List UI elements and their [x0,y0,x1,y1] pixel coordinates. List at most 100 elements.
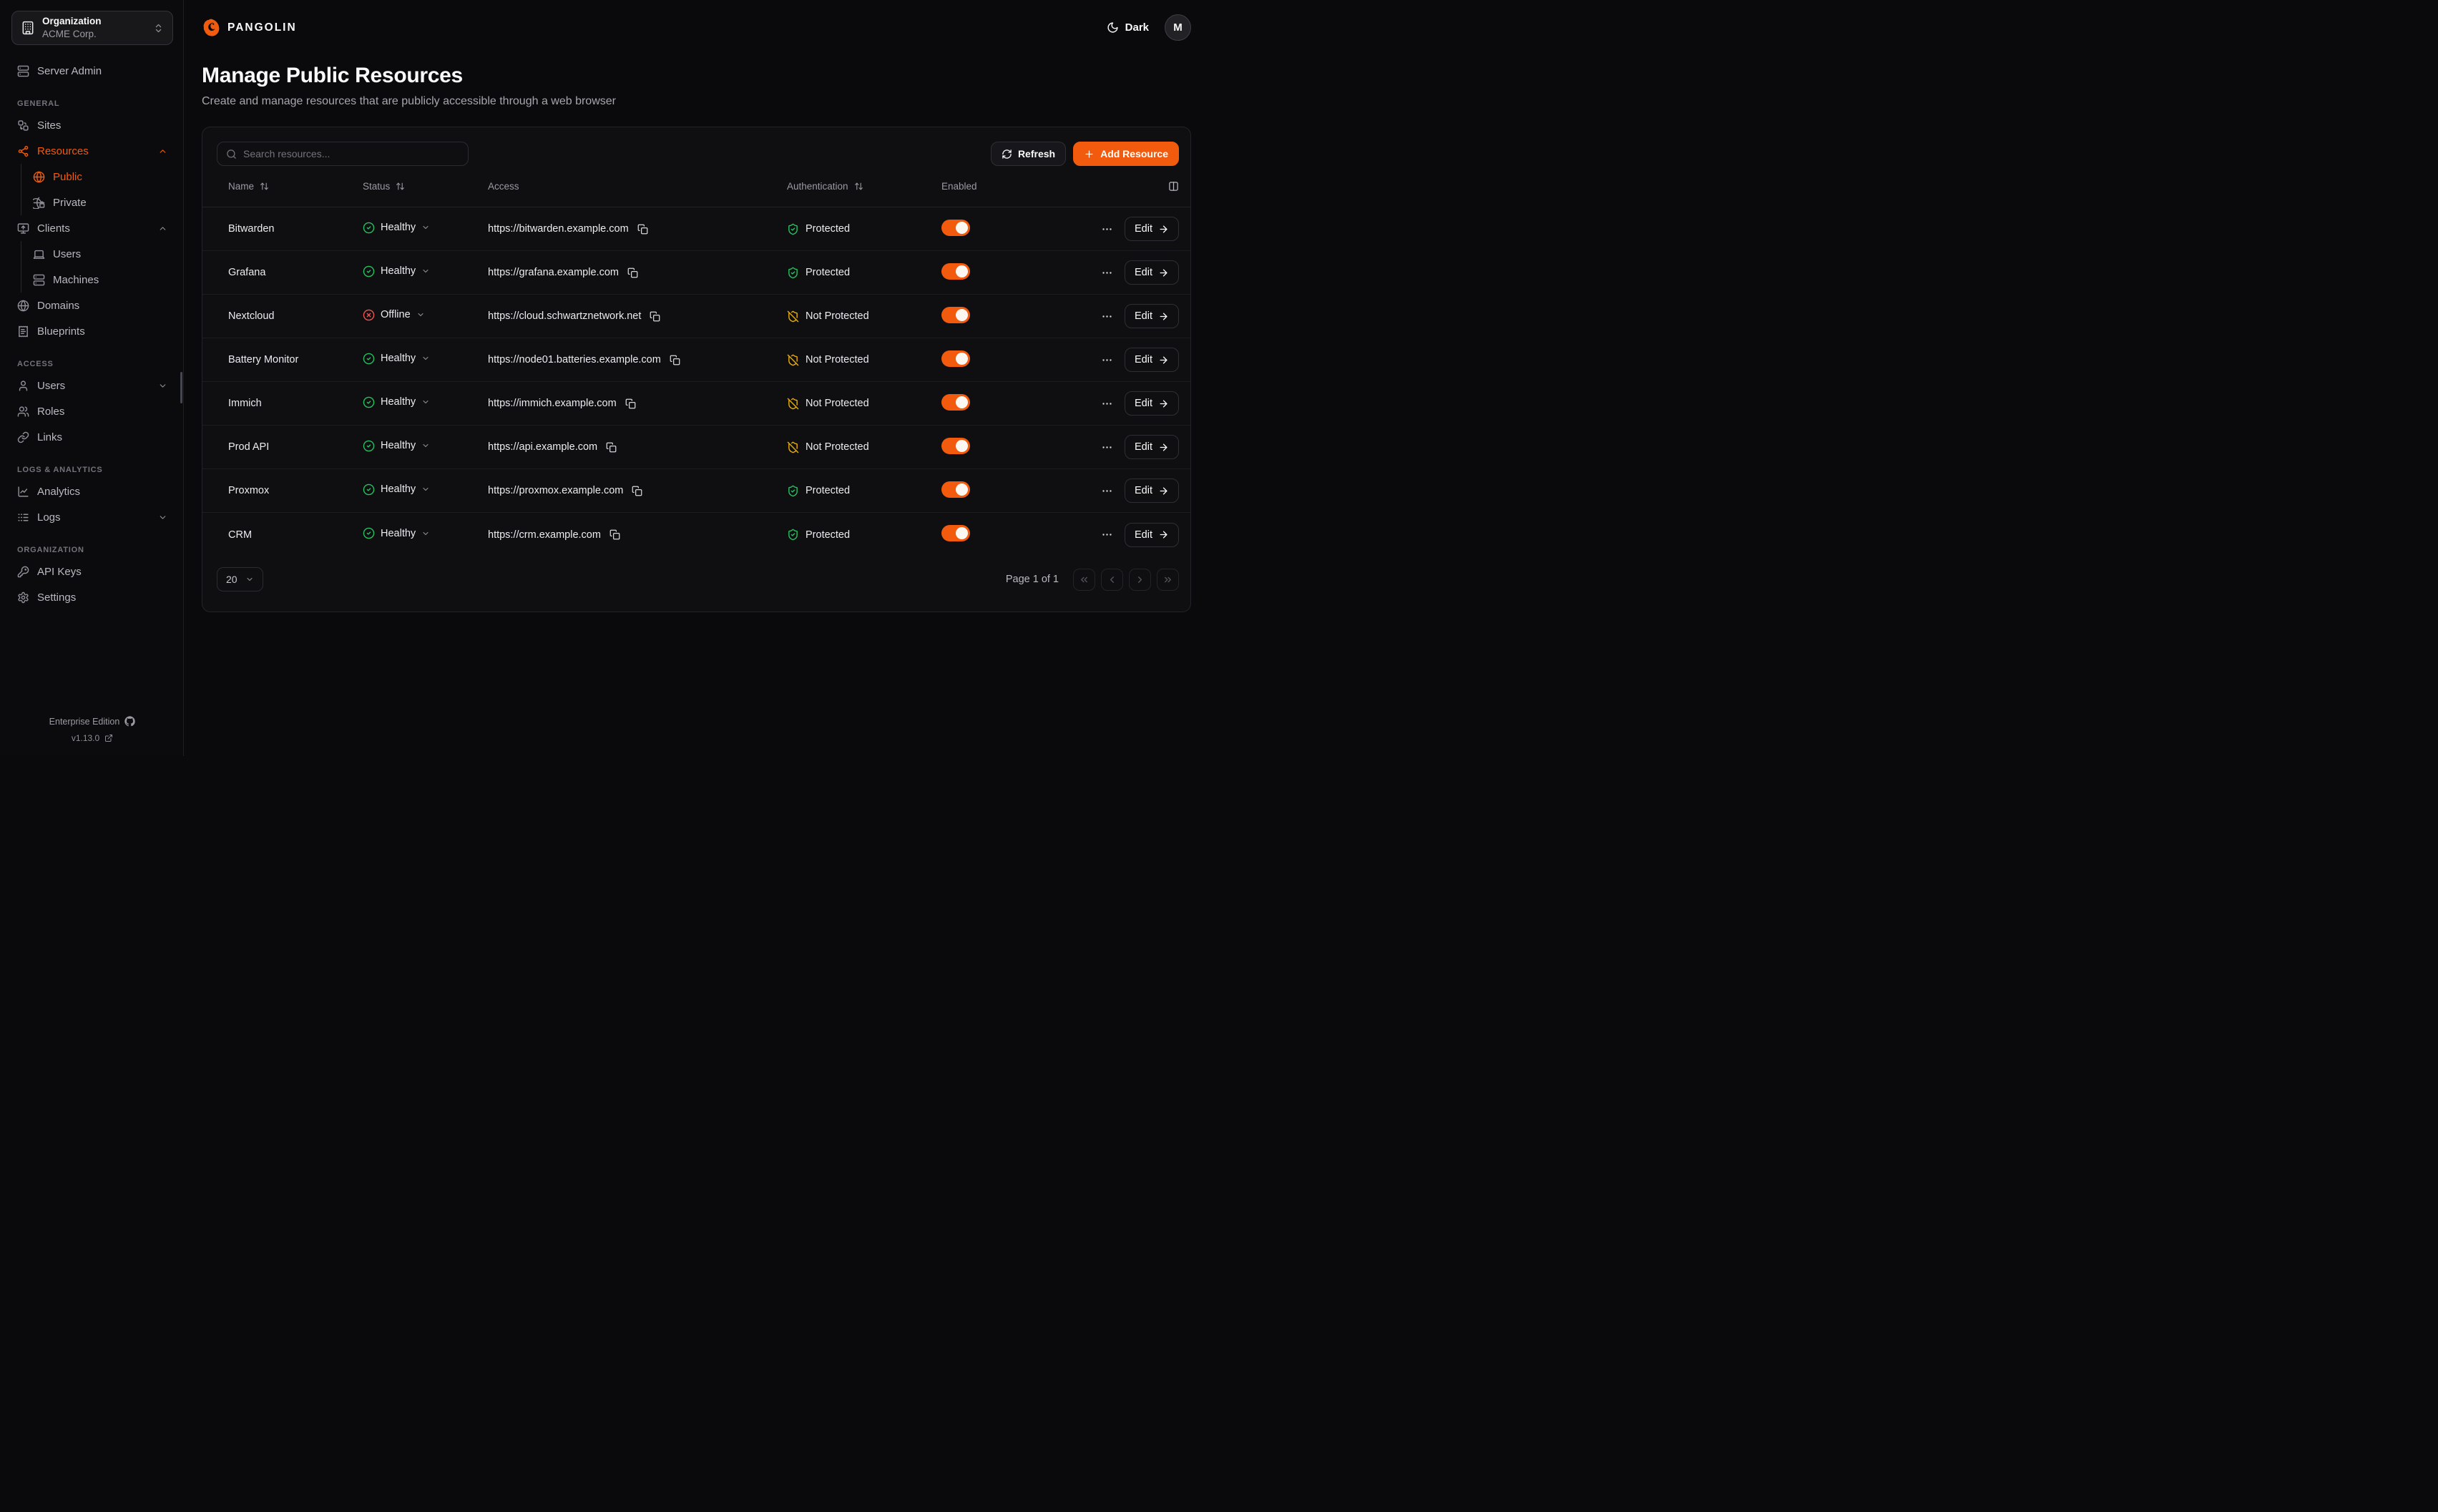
resource-name: Bitwarden [228,223,363,235]
column-header-name[interactable]: Name [228,181,363,192]
sidebar-item-api-keys[interactable]: API Keys [11,559,173,584]
sidebar-item-analytics[interactable]: Analytics [11,478,173,504]
last-page-button[interactable] [1157,569,1179,591]
sidebar-item-label: Resources [37,145,89,157]
status-dropdown[interactable]: Healthy [363,396,430,408]
sidebar-item-resources[interactable]: Resources [11,138,173,164]
sort-icon [396,182,405,191]
enabled-cell [941,525,1082,544]
sidebar-scrollbar-thumb[interactable] [180,372,182,403]
table-row: Nextcloud Offline https://cloud.schwartz… [202,295,1190,338]
copy-url-button[interactable] [630,484,644,498]
github-icon[interactable] [124,716,135,727]
edit-button[interactable]: Edit [1125,260,1179,285]
row-menu-button[interactable] [1100,309,1115,324]
sidebar-item-public[interactable]: Public [27,164,173,190]
next-page-button[interactable] [1129,569,1151,591]
shield-check-icon [787,267,799,279]
row-menu-button[interactable] [1100,265,1115,280]
enabled-toggle[interactable] [941,307,970,323]
row-actions: Edit [1082,260,1179,285]
circle-check-icon [363,353,375,365]
row-menu-button[interactable] [1100,396,1115,411]
edit-button[interactable]: Edit [1125,478,1179,503]
status-dropdown[interactable]: Healthy [363,527,430,539]
enabled-toggle[interactable] [941,525,970,541]
copy-url-button[interactable] [624,397,637,411]
status-dropdown[interactable]: Healthy [363,353,430,365]
user-avatar[interactable]: M [1165,14,1191,41]
chevron-up-icon [158,147,167,156]
status-dropdown[interactable]: Healthy [363,483,430,496]
edit-button[interactable]: Edit [1125,391,1179,416]
sidebar-item-clients[interactable]: Clients [11,215,173,241]
authentication-cell: Protected [787,223,941,235]
sidebar-item-label: Domains [37,300,79,312]
enabled-toggle[interactable] [941,350,970,367]
edit-button[interactable]: Edit [1125,435,1179,459]
copy-url-button[interactable] [636,222,650,236]
sidebar-item-machines[interactable]: Machines [27,267,173,293]
sidebar-nav: Server Admin GENERAL Sites Resources Pub… [11,58,173,610]
edit-button[interactable]: Edit [1125,217,1179,241]
row-menu-button[interactable] [1100,353,1115,368]
edit-button[interactable]: Edit [1125,523,1179,547]
copy-url-button[interactable] [648,310,662,323]
status-dropdown[interactable]: Healthy [363,440,430,452]
copy-icon [606,442,617,453]
sidebar-item-roles[interactable]: Roles [11,398,173,424]
column-header-status[interactable]: Status [363,181,488,192]
sidebar-item-server-admin[interactable]: Server Admin [11,58,173,84]
enabled-toggle[interactable] [941,220,970,236]
column-header-authentication[interactable]: Authentication [787,181,941,192]
search-input[interactable] [243,148,459,159]
shield-check-icon [787,223,799,235]
sidebar-item-private[interactable]: Private [27,190,173,215]
section-title-general: GENERAL [11,99,173,108]
copy-url-button[interactable] [608,528,622,541]
access-cell: https://crm.example.com [488,528,787,541]
theme-toggle-button[interactable]: Dark [1107,21,1149,34]
copy-url-button[interactable] [668,353,682,367]
refresh-button[interactable]: Refresh [991,142,1066,166]
row-menu-button[interactable] [1100,440,1115,455]
sidebar-item-client-users[interactable]: Users [27,241,173,267]
org-switcher[interactable]: Organization ACME Corp. [11,11,173,45]
sidebar-item-logs[interactable]: Logs [11,504,173,530]
sidebar-item-blueprints[interactable]: Blueprints [11,318,173,344]
sidebar-item-label: Clients [37,222,70,235]
sidebar-item-domains[interactable]: Domains [11,293,173,318]
add-resource-button[interactable]: Add Resource [1073,142,1179,166]
enabled-cell [941,394,1082,413]
sidebar-item-label: Logs [37,511,61,524]
enabled-toggle[interactable] [941,481,970,498]
copy-url-button[interactable] [604,441,618,454]
first-page-button[interactable] [1073,569,1095,591]
enabled-toggle[interactable] [941,438,970,454]
table-row: Bitwarden Healthy https://bitwarden.exam… [202,207,1190,251]
row-menu-button[interactable] [1100,483,1115,499]
enabled-toggle[interactable] [941,263,970,280]
arrow-right-icon [1158,529,1169,540]
page-size-select[interactable]: 20 [217,567,263,591]
sidebar-item-links[interactable]: Links [11,424,173,450]
edit-button[interactable]: Edit [1125,348,1179,372]
previous-page-button[interactable] [1101,569,1123,591]
table-row: Grafana Healthy https://grafana.example.… [202,251,1190,295]
resource-url: https://bitwarden.example.com [488,223,629,235]
copy-url-button[interactable] [626,266,640,280]
sidebar-item-settings[interactable]: Settings [11,584,173,610]
enabled-toggle[interactable] [941,394,970,411]
sidebar-item-sites[interactable]: Sites [11,112,173,138]
building-icon [21,21,35,35]
status-dropdown[interactable]: Healthy [363,265,430,278]
status-dropdown[interactable]: Offline [363,309,425,321]
sidebar-item-users[interactable]: Users [11,373,173,398]
row-menu-button[interactable] [1100,527,1115,542]
row-menu-button[interactable] [1100,222,1115,237]
status-dropdown[interactable]: Healthy [363,222,430,234]
row-actions: Edit [1082,478,1179,503]
column-visibility-button[interactable] [1168,181,1179,192]
external-link-icon[interactable] [104,734,113,742]
edit-button[interactable]: Edit [1125,304,1179,328]
